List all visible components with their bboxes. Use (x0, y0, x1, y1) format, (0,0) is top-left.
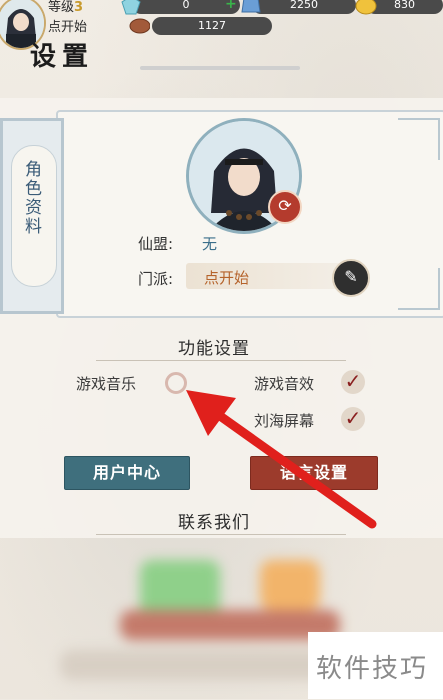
page-title: 设置 (30, 42, 95, 72)
gold-icon (355, 0, 377, 15)
add-jade-button[interactable]: + (225, 0, 237, 12)
exp-value: 1127 (198, 19, 226, 32)
frame-corner-ornament (398, 268, 440, 310)
sect-label: 门派: (138, 270, 174, 288)
alliance-label: 仙盟: (138, 235, 174, 253)
music-label: 游戏音乐 (76, 375, 137, 393)
gem-counter[interactable]: 2250 (252, 0, 356, 14)
swap-icon: ⟳ (278, 196, 292, 215)
blurred-block (260, 560, 320, 610)
frame-corner-ornament (398, 118, 440, 160)
tab-character-info-label: 角色资料 (21, 160, 41, 236)
notch-label: 刘海屏幕 (254, 412, 315, 430)
section-title-settings: 功能设置 (178, 339, 250, 359)
level-label: 等级 (48, 0, 75, 15)
music-toggle[interactable] (165, 372, 187, 394)
sfx-toggle[interactable]: ✓ (341, 370, 365, 394)
gold-value: 830 (394, 0, 415, 11)
gem-value: 2250 (290, 0, 318, 11)
player-name: 点开始 (48, 20, 88, 35)
header-divider (140, 66, 300, 70)
notch-toggle[interactable]: ✓ (341, 407, 365, 431)
rename-button[interactable]: ✎ (332, 259, 370, 297)
user-center-button[interactable]: 用户中心 (64, 456, 190, 490)
jade-counter[interactable]: 0 (132, 0, 240, 14)
alliance-value: 无 (202, 235, 218, 253)
exp-counter: 1127 (152, 17, 272, 35)
blurred-block (120, 610, 340, 640)
level-display: 等级3 (48, 0, 83, 15)
sect-value: 点开始 (204, 269, 250, 287)
brush-icon: ✎ (344, 267, 358, 286)
check-icon: ✓ (344, 406, 362, 430)
gem-icon (241, 0, 261, 13)
language-settings-button[interactable]: 语言设置 (250, 456, 378, 490)
jade-value: 0 (182, 0, 190, 11)
level-value: 3 (74, 0, 84, 15)
section-divider (96, 360, 346, 361)
gourd-icon (129, 18, 150, 34)
watermark-text: 软件技巧 (316, 654, 429, 684)
section-divider (96, 534, 346, 535)
change-avatar-button[interactable]: ⟳ (268, 190, 302, 224)
jade-icon (121, 0, 141, 15)
section-title-contact: 联系我们 (178, 513, 250, 533)
check-icon: ✓ (344, 369, 362, 393)
sfx-label: 游戏音效 (254, 375, 315, 393)
